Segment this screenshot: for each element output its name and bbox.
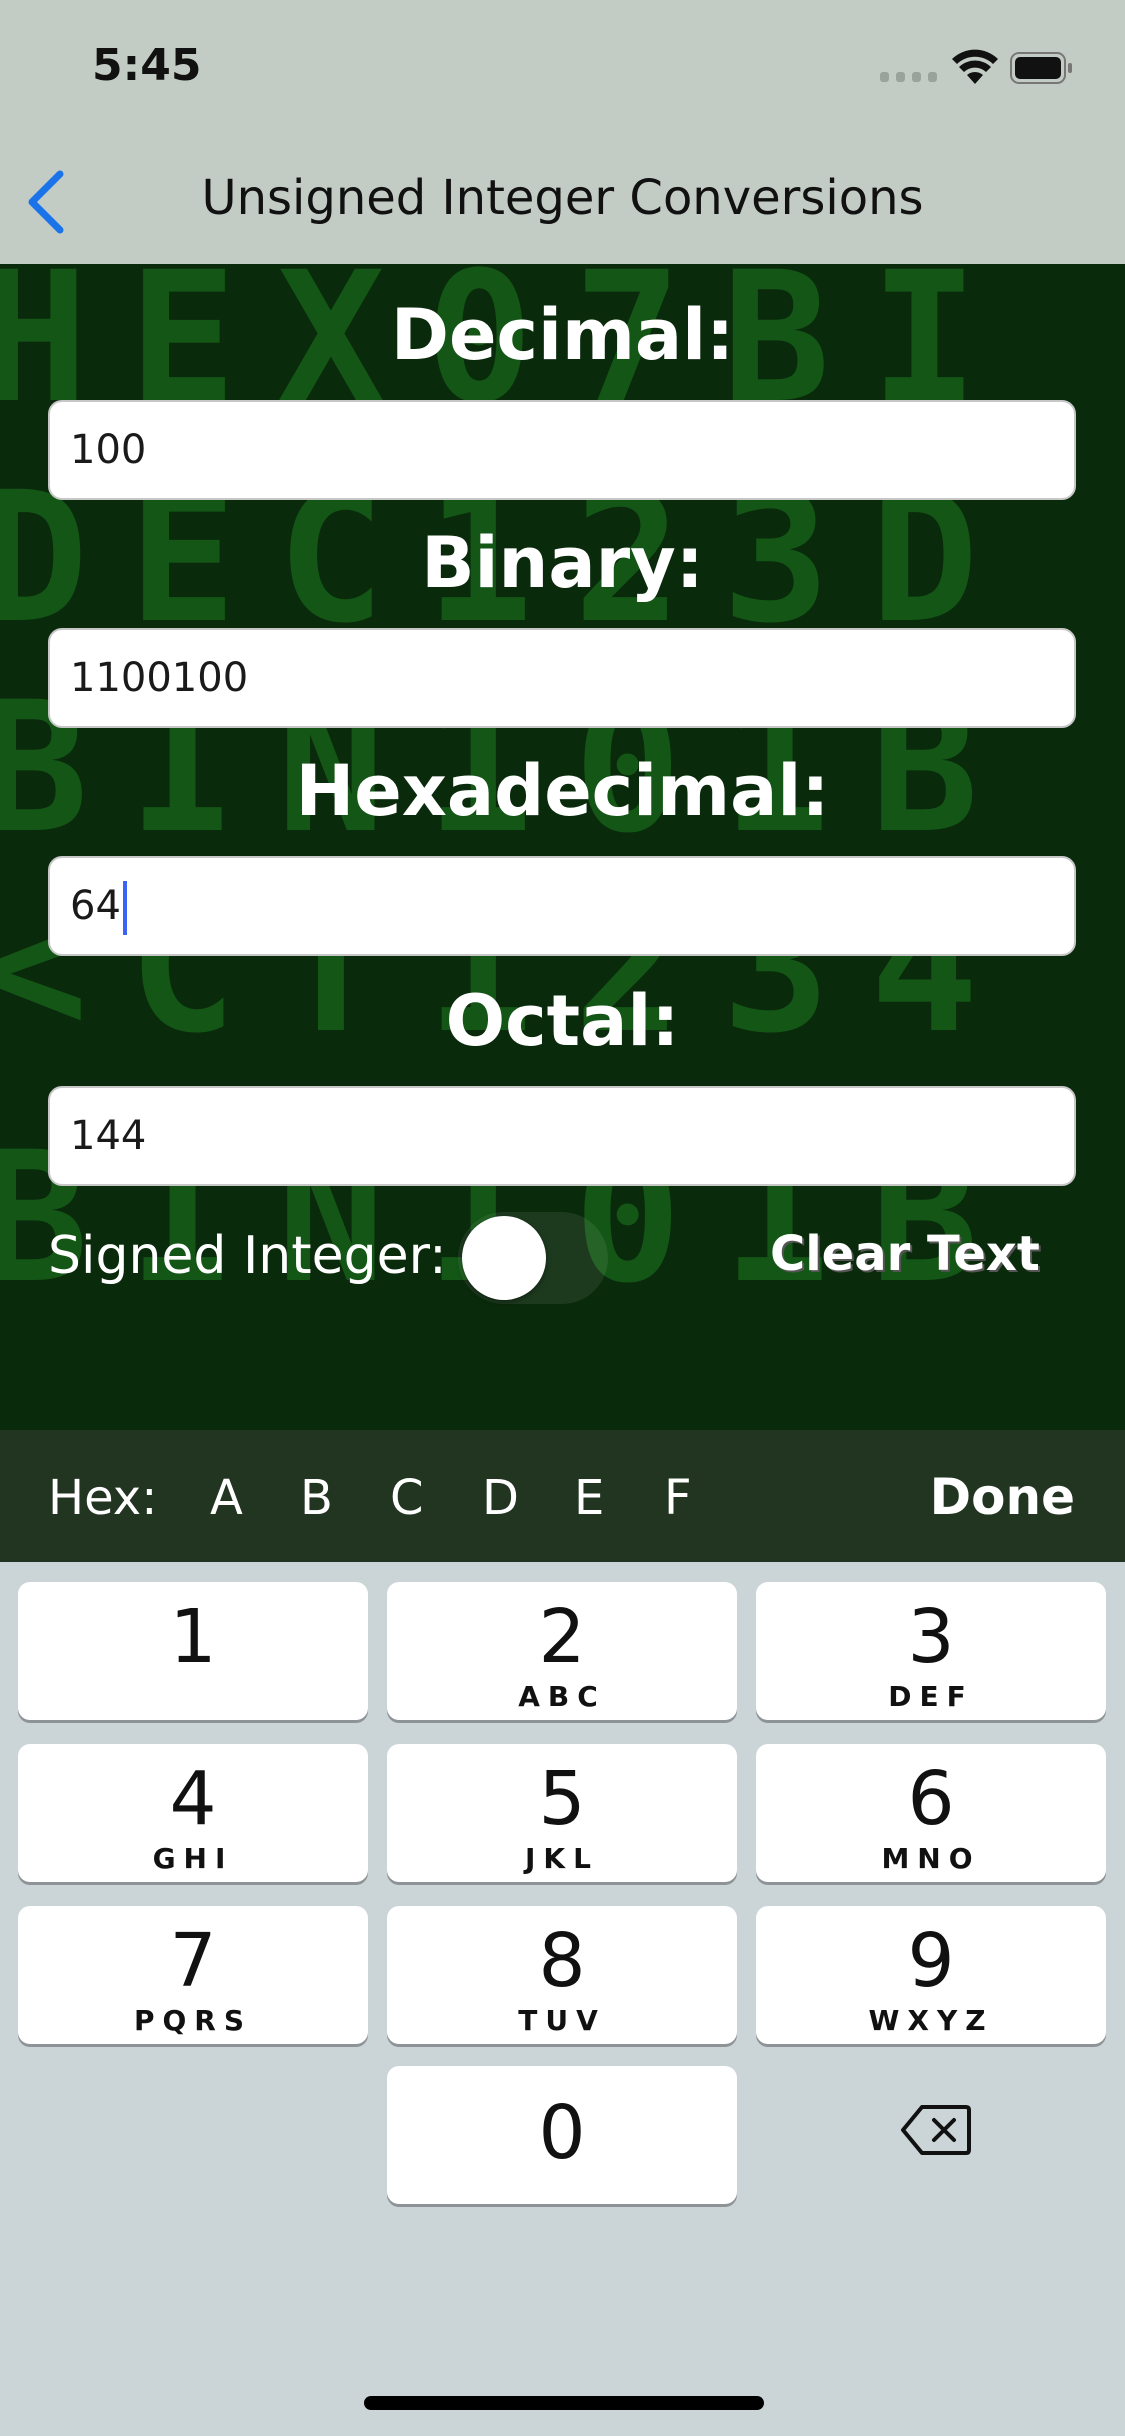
hexadecimal-value: 64: [70, 883, 121, 929]
key-letters: GHI: [152, 1842, 234, 1875]
hexadecimal-label: Hexadecimal:: [295, 750, 830, 832]
signed-integer-toggle[interactable]: [458, 1212, 608, 1304]
key-letters: MNO: [881, 1842, 981, 1875]
hexadecimal-field[interactable]: 64: [48, 856, 1076, 956]
key-letters: TUV: [518, 2004, 606, 2037]
key-7[interactable]: 7 PQRS: [18, 1906, 368, 2044]
key-6[interactable]: 6 MNO: [756, 1744, 1106, 1882]
key-1[interactable]: 1: [18, 1582, 368, 1720]
decimal-label: Decimal:: [390, 294, 735, 376]
key-2[interactable]: 2 ABC: [387, 1582, 737, 1720]
key-digit: 5: [538, 1756, 586, 1842]
key-digit: 4: [169, 1756, 217, 1842]
key-digit: 9: [907, 1918, 955, 2004]
navigation-bar: Unsigned Integer Conversions: [0, 140, 1125, 264]
key-digit: 2: [538, 1594, 586, 1680]
page-title: Unsigned Integer Conversions: [201, 170, 924, 226]
hex-key-e[interactable]: E: [574, 1470, 604, 1526]
key-letters: WXYZ: [868, 2004, 994, 2037]
key-digit: 7: [169, 1918, 217, 2004]
toggle-knob: [462, 1216, 546, 1300]
key-0[interactable]: 0: [387, 2066, 737, 2204]
octal-label: Octal:: [445, 980, 680, 1062]
hex-key-d[interactable]: D: [482, 1470, 519, 1526]
status-time: 5:45: [92, 40, 202, 91]
clear-text-button[interactable]: Clear Text: [770, 1226, 1040, 1282]
key-3[interactable]: 3 DEF: [756, 1582, 1106, 1720]
key-4[interactable]: 4 GHI: [18, 1744, 368, 1882]
key-9[interactable]: 9 WXYZ: [756, 1906, 1106, 2044]
text-cursor: [122, 881, 127, 935]
hex-input-bar: Hex: A B C D E F Done: [0, 1430, 1125, 1562]
key-digit: 0: [538, 2090, 586, 2176]
hex-key-c[interactable]: C: [390, 1470, 424, 1526]
binary-label: Binary:: [421, 522, 704, 604]
backspace-icon[interactable]: [900, 2104, 972, 2156]
decimal-field[interactable]: 100: [48, 400, 1076, 500]
key-letters: ABC: [518, 1680, 606, 1713]
hex-bar-label: Hex:: [48, 1470, 158, 1526]
wifi-icon: [952, 49, 998, 84]
key-letters: JKL: [525, 1842, 599, 1875]
key-8[interactable]: 8 TUV: [387, 1906, 737, 2044]
binary-field[interactable]: 1100100: [48, 628, 1076, 728]
battery-icon: [1010, 52, 1072, 84]
key-letters: DEF: [888, 1680, 974, 1713]
key-digit: 3: [907, 1594, 955, 1680]
key-digit: 8: [538, 1918, 586, 2004]
key-5[interactable]: 5 JKL: [387, 1744, 737, 1882]
cellular-signal-icon: [880, 72, 937, 82]
hex-key-a[interactable]: A: [210, 1470, 243, 1526]
done-button[interactable]: Done: [930, 1468, 1075, 1526]
key-digit: 6: [907, 1756, 955, 1842]
key-digit: 1: [169, 1594, 217, 1680]
octal-field[interactable]: 144: [48, 1086, 1076, 1186]
hex-key-f[interactable]: F: [664, 1470, 692, 1526]
home-indicator[interactable]: [364, 2396, 764, 2410]
status-bar: 5:45: [0, 0, 1125, 140]
hex-key-b[interactable]: B: [300, 1470, 333, 1526]
signed-integer-label: Signed Integer:: [48, 1226, 447, 1286]
key-letters: PQRS: [133, 2004, 253, 2037]
